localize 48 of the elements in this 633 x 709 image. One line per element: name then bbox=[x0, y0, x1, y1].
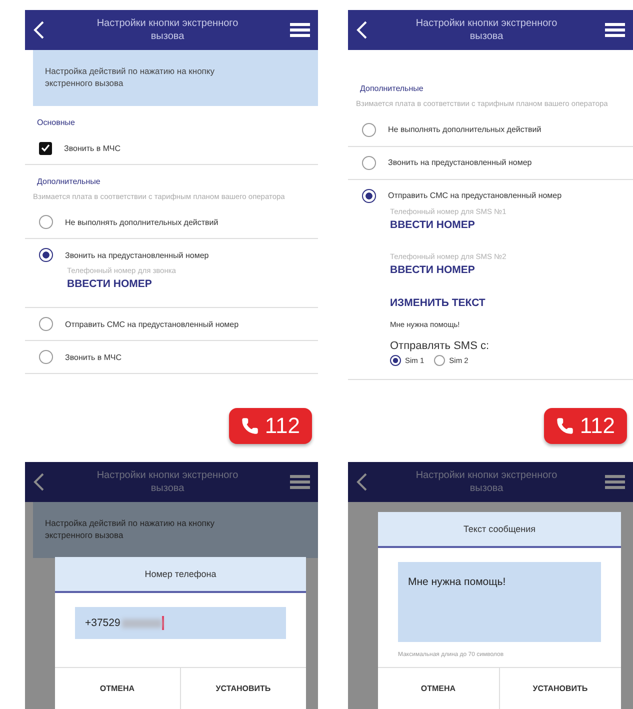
radio-button[interactable] bbox=[39, 317, 53, 332]
screen-title: Настройки кнопки экстренного вызова bbox=[96, 469, 240, 495]
radio-button[interactable] bbox=[390, 354, 401, 366]
back-icon[interactable] bbox=[356, 21, 368, 39]
menu-icon[interactable] bbox=[290, 475, 310, 489]
checkbox[interactable] bbox=[39, 142, 52, 155]
checkbox-label: Звонить в МЧС bbox=[64, 144, 121, 153]
radio-button[interactable] bbox=[362, 156, 376, 170]
option-label: Звонить на предустановленный номер bbox=[388, 158, 532, 167]
radio-button[interactable] bbox=[39, 350, 53, 364]
radio-button[interactable] bbox=[39, 215, 53, 230]
option-label: Отправить СМС на предустановленный номер bbox=[65, 320, 239, 329]
radio-button[interactable] bbox=[39, 248, 53, 262]
info-banner: Настройка действий по нажатию на кнопку экстренного вызова bbox=[33, 502, 318, 558]
emergency-call-button[interactable]: 112 bbox=[544, 408, 627, 444]
emergency-call-button[interactable]: 112 bbox=[228, 408, 312, 444]
phone-icon bbox=[240, 417, 259, 435]
action-link[interactable]: ВВЕСТИ НОМЕР bbox=[390, 218, 475, 230]
radio-button[interactable] bbox=[434, 354, 446, 366]
screen-title: Настройки кнопки экстренного вызова bbox=[414, 469, 558, 495]
option-label: Звонить в МЧС bbox=[65, 352, 122, 362]
section-heading: Основные bbox=[36, 116, 76, 129]
action-link[interactable]: ВВЕСТИ НОМЕР bbox=[390, 264, 475, 276]
back-icon[interactable] bbox=[33, 21, 45, 39]
screen-title: Настройки кнопки экстренного вызова bbox=[414, 17, 558, 43]
option-label: Не выполнять дополнительных действий bbox=[65, 218, 218, 227]
info-banner: Настройка действий по нажатию на кнопку экстренного вызова bbox=[33, 50, 318, 106]
phone-field[interactable]: +37529 bbox=[75, 607, 286, 639]
screen-title: Настройки кнопки экстренного вызова bbox=[96, 17, 240, 43]
option-label: Отправить СМС на предустановленный номер bbox=[388, 191, 562, 200]
dialog-title: Текст сообщения bbox=[378, 512, 621, 548]
menu-icon[interactable] bbox=[605, 475, 625, 489]
action-link[interactable]: ВВЕСТИ НОМЕР bbox=[67, 278, 152, 290]
menu-icon[interactable] bbox=[605, 23, 625, 37]
radio-button[interactable] bbox=[362, 188, 376, 202]
message-field[interactable]: Мне нужна помощь! bbox=[398, 562, 601, 642]
section-heading: Дополнительные bbox=[359, 83, 424, 95]
sim-label: Отправлять SMS с: bbox=[390, 340, 490, 352]
radio-button[interactable] bbox=[362, 122, 376, 136]
section-heading: Дополнительные bbox=[36, 176, 102, 188]
menu-icon[interactable] bbox=[290, 23, 310, 37]
back-icon[interactable] bbox=[33, 473, 45, 491]
phone-icon bbox=[556, 417, 574, 435]
back-icon[interactable] bbox=[356, 473, 368, 491]
option-label: Не выполнять дополнительных действий bbox=[388, 125, 542, 134]
option-label: Звонить на предустановленный номер bbox=[65, 250, 209, 260]
dialog-title: Номер телефона bbox=[55, 557, 306, 593]
action-link[interactable]: ИЗМЕНИТЬ ТЕКСТ bbox=[390, 296, 486, 308]
